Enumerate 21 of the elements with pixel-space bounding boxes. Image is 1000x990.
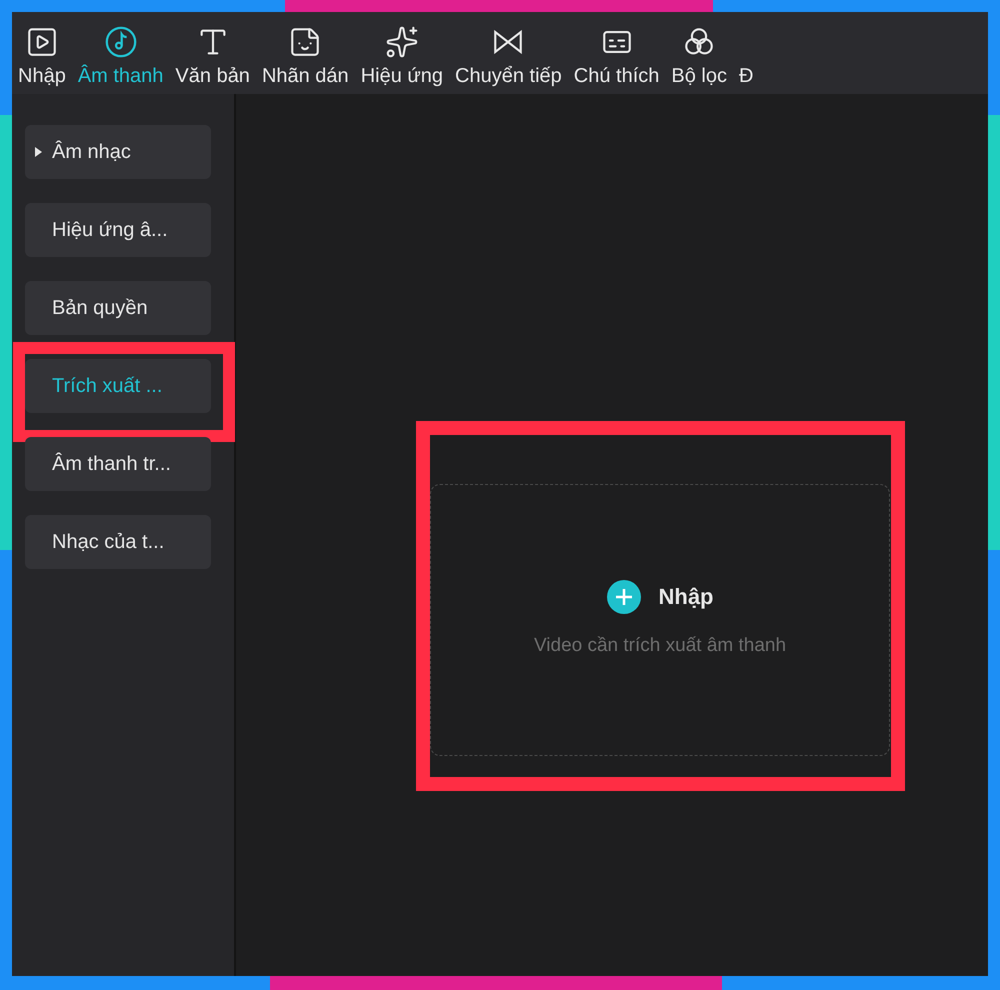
music-note-icon (104, 25, 138, 59)
tab[interactable]: Văn bản (169, 24, 256, 90)
sidebar-item[interactable]: Trích xuất ... (25, 359, 211, 413)
sidebar-item[interactable]: Nhạc của t... (25, 515, 211, 569)
tab[interactable]: Âm thanh (72, 24, 170, 90)
tab[interactable]: Hiệu ứng (354, 24, 450, 90)
sidebar-item[interactable]: Hiệu ứng â... (25, 203, 211, 257)
import-label: Nhập (658, 583, 714, 612)
sidebar-item[interactable]: Âm nhạc (25, 125, 211, 179)
sparkle-icon (384, 25, 419, 59)
sidebar-item[interactable]: Bản quyền (25, 281, 211, 335)
tab[interactable]: Chuyển tiếp (449, 24, 568, 90)
tab[interactable]: Chú thích (568, 24, 666, 90)
tab[interactable]: Nhập (12, 24, 72, 90)
tab[interactable]: Đ (732, 24, 760, 90)
drop-zone[interactable]: Nhập Video cần trích xuất âm thanh (430, 484, 890, 756)
tab[interactable]: Bộ lọc (665, 24, 733, 90)
tab[interactable]: Nhãn dán (256, 24, 355, 90)
sidebar-item[interactable]: Âm thanh tr... (25, 437, 211, 491)
hint-text: Video cần trích xuất âm thanh (534, 634, 786, 658)
plus-circle-icon (606, 580, 640, 614)
